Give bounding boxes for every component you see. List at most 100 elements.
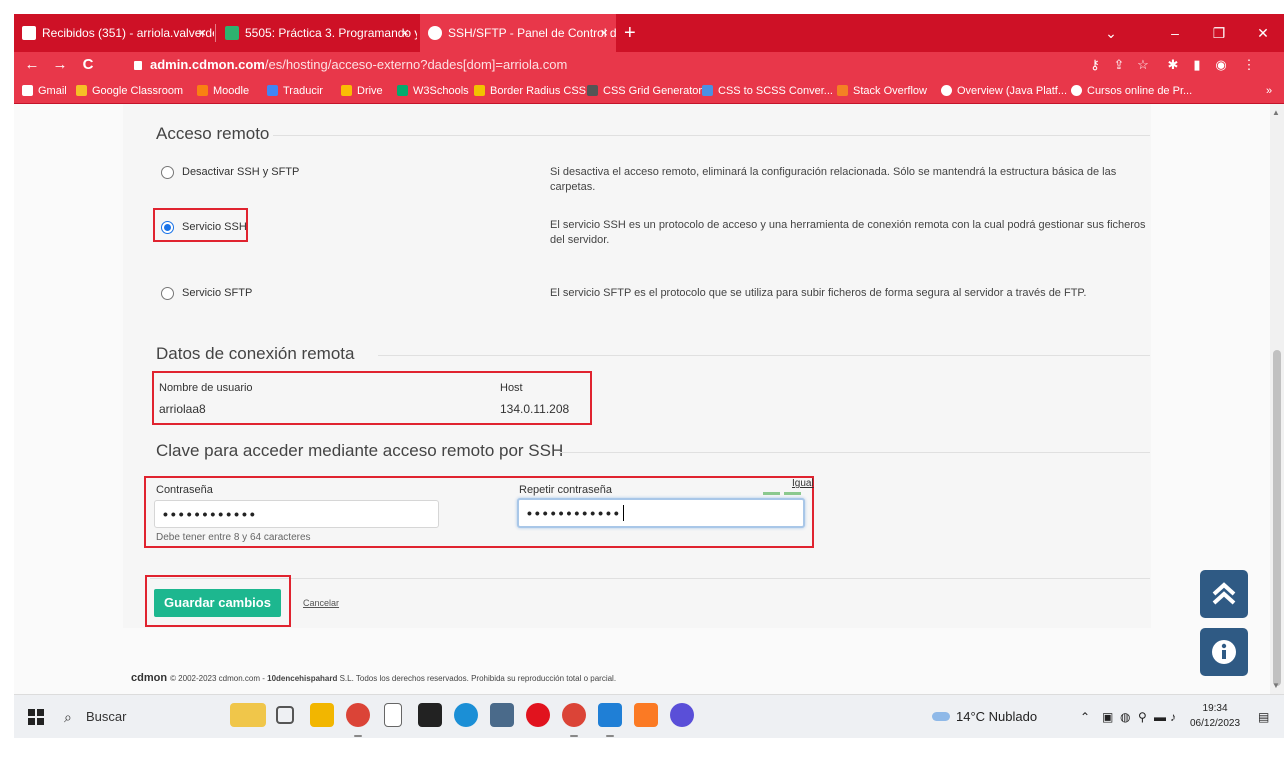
- chrome-dev-icon[interactable]: [670, 703, 694, 727]
- windows-start-icon[interactable]: [28, 709, 44, 725]
- section-divider: [559, 452, 1150, 453]
- tab-close-icon[interactable]: ×: [600, 14, 608, 52]
- stackoverflow-icon: [837, 85, 848, 96]
- bookmark-w3schools[interactable]: W3Schools: [397, 78, 469, 104]
- restore-button[interactable]: ❐: [1204, 14, 1234, 52]
- opera-icon[interactable]: [526, 703, 550, 727]
- volume-icon[interactable]: ♪: [1170, 695, 1176, 739]
- remote-access-title: Acceso remoto: [156, 124, 270, 143]
- xampp-icon[interactable]: [634, 703, 658, 727]
- page-scrollbar[interactable]: ▲ ▼: [1270, 104, 1284, 694]
- bookmark-label: CSS Grid Generator: [603, 85, 703, 97]
- bookmark-label: Overview (Java Platf...: [957, 85, 1068, 97]
- battery-icon[interactable]: ▬: [1154, 695, 1166, 739]
- password-section-title: Clave para acceder mediante acceso remot…: [156, 441, 564, 460]
- bookmark-label: CSS to SCSS Conver...: [718, 85, 833, 97]
- share-icon[interactable]: ⇪: [1110, 52, 1128, 78]
- scroll-top-button[interactable]: [1200, 570, 1248, 618]
- option-description: El servicio SFTP es el protocolo que se …: [550, 287, 1087, 299]
- calculator-icon[interactable]: [490, 703, 514, 727]
- terminal-icon[interactable]: [418, 703, 442, 727]
- file-explorer-icon[interactable]: [310, 703, 334, 727]
- radio-sftp[interactable]: [161, 287, 174, 300]
- weather-widget[interactable]: 14°C Nublado: [932, 695, 1037, 739]
- notifications-icon[interactable]: ▤: [1258, 695, 1269, 739]
- search-highlight-icon[interactable]: [230, 703, 266, 727]
- bookmarks-more-button[interactable]: »: [1266, 78, 1272, 104]
- bookmark-label: Drive: [357, 85, 383, 97]
- new-tab-button[interactable]: +: [624, 14, 636, 52]
- back-button[interactable]: ←: [22, 52, 42, 78]
- scroll-down-arrow-icon[interactable]: ▼: [1272, 681, 1280, 690]
- scroll-up-arrow-icon[interactable]: ▲: [1272, 108, 1280, 117]
- search-placeholder: Buscar: [86, 709, 127, 724]
- bookmark-moodle[interactable]: Moodle: [197, 78, 249, 104]
- bookmarks-bar: Gmail Google Classroom Moodle Traducir D…: [14, 78, 1284, 104]
- save-changes-button[interactable]: Guardar cambios: [154, 589, 281, 617]
- bookmark-java[interactable]: Overview (Java Platf...: [941, 78, 1067, 104]
- bookmark-drive[interactable]: Drive: [341, 78, 383, 104]
- cdmon-icon: [428, 26, 442, 40]
- vscode-icon[interactable]: [598, 703, 622, 727]
- task-view-icon[interactable]: [276, 706, 294, 724]
- profile-avatar[interactable]: ◉: [1212, 52, 1230, 78]
- bookmark-gmail[interactable]: Gmail: [22, 78, 67, 104]
- section-divider: [273, 135, 1150, 136]
- key-icon[interactable]: ⚷: [1086, 52, 1104, 78]
- connection-title: Datos de conexión remota: [156, 344, 355, 363]
- search-icon: ⌕: [64, 709, 72, 725]
- tab-close-icon[interactable]: ×: [198, 14, 206, 52]
- password-hint: Debe tener entre 8 y 64 caracteres: [156, 532, 311, 543]
- repeat-password-input[interactable]: ••••••••••••: [517, 498, 805, 528]
- option-description: Si desactiva el acceso remoto, eliminará…: [550, 166, 1117, 193]
- close-window-button[interactable]: ✕: [1248, 14, 1278, 52]
- minimize-button[interactable]: –: [1160, 14, 1190, 52]
- reload-button[interactable]: C: [78, 52, 98, 78]
- scrollbar-thumb[interactable]: [1273, 350, 1281, 686]
- extensions-icon[interactable]: ✱: [1164, 52, 1182, 78]
- taskbar-search[interactable]: ⌕ Buscar: [58, 701, 208, 733]
- taskbar-clock[interactable]: 19:34 06/12/2023: [1190, 701, 1240, 731]
- bookmark-label: Cursos online de Pr...: [1087, 85, 1193, 97]
- bookmark-border-radius[interactable]: Border Radius CSS...: [474, 78, 595, 104]
- option-description: El servicio SSH es un protocolo de acces…: [550, 219, 1146, 246]
- repeat-password-label: Repetir contraseña: [519, 484, 612, 496]
- url-field[interactable]: admin.cdmon.com/es/hosting/acceso-extern…: [134, 52, 567, 78]
- bookmark-cursos[interactable]: Cursos online de Pr...: [1071, 78, 1192, 104]
- tab-close-icon[interactable]: ×: [401, 14, 409, 52]
- option-label: Desactivar SSH y SFTP: [182, 166, 300, 178]
- menu-icon[interactable]: ⋮: [1240, 52, 1258, 78]
- tray-app-icon[interactable]: ▣: [1102, 695, 1113, 739]
- tray-expand-icon[interactable]: ⌃: [1080, 695, 1090, 739]
- bookmark-label: Moodle: [213, 85, 250, 97]
- running-indicator: [354, 735, 362, 737]
- notepad-icon[interactable]: [384, 703, 402, 727]
- radio-disable[interactable]: [161, 166, 174, 179]
- forward-button[interactable]: →: [50, 52, 70, 78]
- text-caret: [622, 505, 624, 521]
- cancel-link[interactable]: Cancelar: [303, 598, 339, 608]
- bookmark-css-to-scss[interactable]: CSS to SCSS Conver...: [702, 78, 833, 104]
- info-button[interactable]: [1200, 628, 1248, 676]
- bookmark-css-grid[interactable]: CSS Grid Generator: [587, 78, 702, 104]
- chrome-profile-icon[interactable]: [562, 703, 586, 727]
- footer-company: 10dencehispahard: [267, 674, 338, 683]
- microphone-icon[interactable]: ⚲: [1138, 695, 1147, 739]
- bookmark-classroom[interactable]: Google Classroom: [76, 78, 183, 104]
- sidepanel-icon[interactable]: ▮: [1188, 52, 1206, 78]
- tab-gmail[interactable]: Recibidos (351) - arriola.valverde ×: [14, 14, 214, 52]
- clock-time: 19:34: [1202, 703, 1228, 714]
- css-grid-icon: [587, 85, 598, 96]
- tab-search-icon[interactable]: ⌄: [1096, 14, 1126, 52]
- password-input[interactable]: ••••••••••••: [154, 500, 439, 528]
- tab-cdmon-active[interactable]: SSH/SFTP - Panel de Control de ×: [420, 14, 616, 52]
- bookmark-stackoverflow[interactable]: Stack Overflow: [837, 78, 927, 104]
- edge-icon[interactable]: [454, 703, 478, 727]
- tab-practica[interactable]: 5505: Práctica 3. Programando y ×: [217, 14, 417, 52]
- tray-chrome-icon[interactable]: ◍: [1120, 695, 1130, 739]
- chrome-icon[interactable]: [346, 703, 370, 727]
- username-label: Nombre de usuario: [159, 382, 253, 394]
- star-icon[interactable]: ☆: [1134, 52, 1152, 78]
- password-match-bar: [784, 492, 801, 495]
- bookmark-traducir[interactable]: Traducir: [267, 78, 323, 104]
